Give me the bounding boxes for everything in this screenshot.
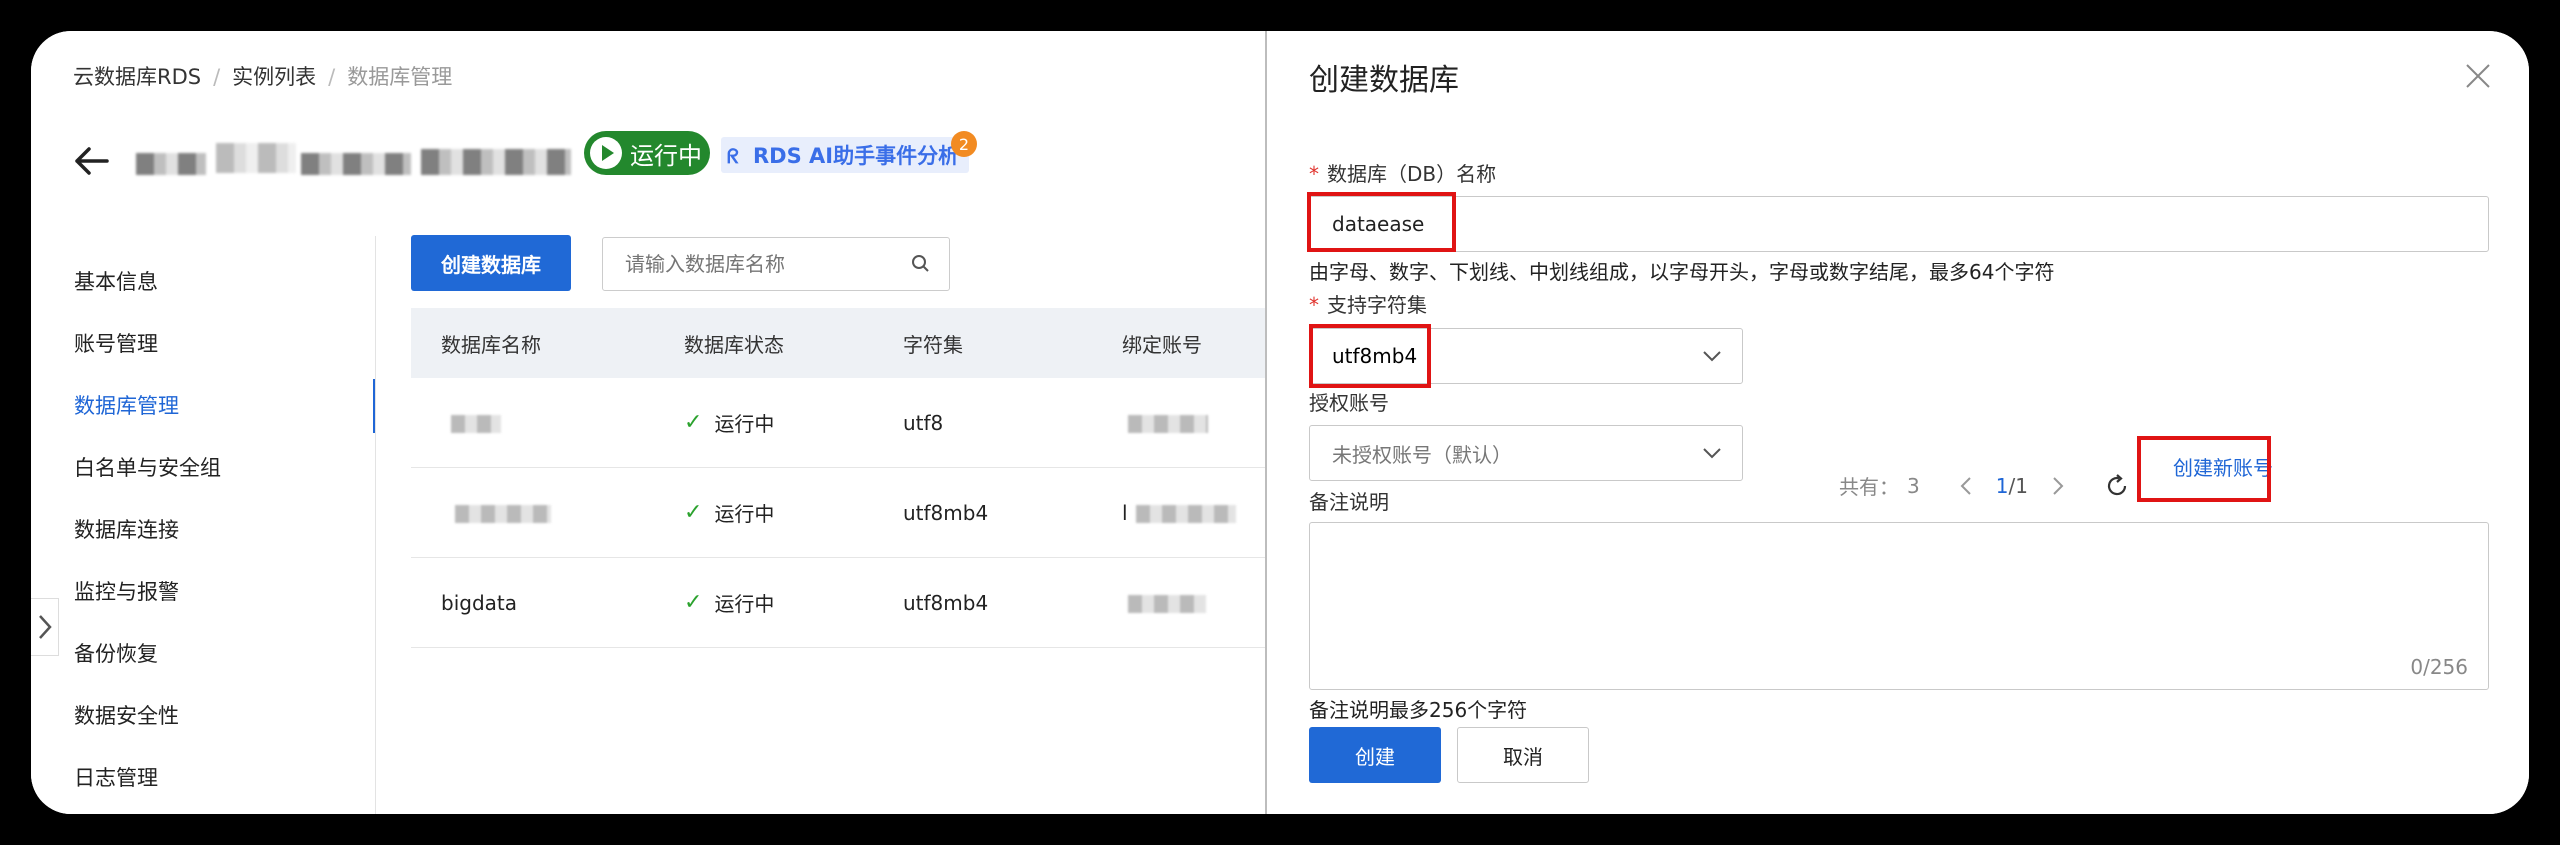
db-status: ✓ 运行中 bbox=[684, 498, 903, 527]
table-row[interactable]: ✓ 运行中 utf8mb4 l bbox=[411, 468, 1265, 558]
ai-assistant-link[interactable]: ᖇ RDS AI助手事件分析 bbox=[721, 137, 970, 173]
create-button[interactable]: 创建 bbox=[1309, 727, 1441, 783]
db-name: bigdata bbox=[441, 590, 517, 615]
check-icon: ✓ bbox=[684, 500, 703, 525]
rds-ai-logo-icon: ᖇ bbox=[727, 144, 739, 168]
db-account-prefix: l bbox=[1122, 500, 1128, 525]
sidebar-item-basic-info[interactable]: 基本信息 bbox=[31, 251, 376, 313]
db-name-label: * 数据库（DB）名称 bbox=[1309, 162, 1497, 186]
db-account-redacted bbox=[1122, 411, 1265, 435]
sidebar-nav: 基本信息 账号管理 数据库管理 白名单与安全组 数据库连接 监控与报警 备份恢复… bbox=[31, 251, 376, 809]
column-header-name: 数据库名称 bbox=[441, 332, 541, 357]
instance-status-badge: 运行中 bbox=[584, 131, 710, 175]
breadcrumb-separator: / bbox=[328, 65, 336, 89]
db-charset: utf8 bbox=[903, 410, 944, 435]
sidebar-item-logs[interactable]: 日志管理 bbox=[31, 747, 376, 809]
pager-total: 3 bbox=[1907, 473, 1920, 498]
db-status: ✓ 运行中 bbox=[684, 408, 903, 437]
sidebar-toggle-button[interactable] bbox=[31, 598, 59, 656]
annotation-highlight bbox=[1307, 192, 1456, 252]
table-header: 数据库名称 数据库状态 字符集 绑定账号 bbox=[411, 308, 1265, 378]
db-charset: utf8mb4 bbox=[903, 500, 989, 525]
refresh-icon[interactable] bbox=[2104, 473, 2130, 499]
app-window: 云数据库RDS / 实例列表 / 数据库管理 运行中 ᖇ RDS AI助手事件分析 2 … bbox=[31, 31, 2529, 814]
breadcrumb-current: 数据库管理 bbox=[347, 65, 453, 89]
sidebar-item-backup[interactable]: 备份恢复 bbox=[31, 623, 376, 685]
sidebar-item-monitoring[interactable]: 监控与报警 bbox=[31, 561, 376, 623]
check-icon: ✓ bbox=[684, 410, 703, 435]
table-row[interactable]: ✓ 运行中 utf8 bbox=[411, 378, 1265, 468]
required-mark: * bbox=[1309, 162, 1319, 186]
check-icon: ✓ bbox=[684, 590, 703, 615]
database-table: 数据库名称 数据库状态 字符集 绑定账号 ✓ 运行中 utf8 ✓ 运行中 utf8… bbox=[411, 308, 1265, 648]
db-status-text: 运行中 bbox=[714, 592, 775, 616]
pager-current-page: 1 bbox=[1995, 473, 2009, 498]
database-search[interactable] bbox=[602, 237, 950, 291]
sidebar-item-accounts[interactable]: 账号管理 bbox=[31, 313, 376, 375]
sidebar-item-databases[interactable]: 数据库管理 bbox=[31, 375, 376, 437]
breadcrumb-instance-list[interactable]: 实例列表 bbox=[232, 65, 316, 89]
back-arrow-icon[interactable] bbox=[71, 141, 111, 181]
charset-label: * 支持字符集 bbox=[1309, 293, 1427, 317]
db-status-text: 运行中 bbox=[714, 502, 775, 526]
sidebar-item-whitelist[interactable]: 白名单与安全组 bbox=[31, 437, 376, 499]
db-account-redacted: l bbox=[1122, 501, 1265, 525]
search-icon[interactable] bbox=[911, 254, 931, 274]
auth-account-value: 未授权账号（默认） bbox=[1332, 442, 1512, 467]
create-database-drawer: 创建数据库 * 数据库（DB）名称 dataease 由字母、数字、下划线、中划线… bbox=[1265, 31, 2529, 814]
instance-status-text: 运行中 bbox=[630, 141, 702, 170]
database-search-input[interactable] bbox=[625, 252, 905, 276]
play-icon bbox=[590, 137, 622, 169]
required-mark: * bbox=[1309, 293, 1319, 317]
db-account-redacted bbox=[1122, 591, 1265, 615]
db-name-redacted bbox=[411, 411, 684, 435]
auth-account-label: 授权账号 bbox=[1309, 391, 1389, 415]
breadcrumb-separator: / bbox=[213, 65, 221, 89]
db-name-input[interactable]: dataease bbox=[1309, 196, 2489, 252]
cancel-button[interactable]: 取消 bbox=[1457, 727, 1589, 783]
chevron-down-icon bbox=[1703, 448, 1721, 459]
db-status-text: 运行中 bbox=[714, 412, 775, 436]
sidebar-divider bbox=[375, 236, 376, 814]
remark-char-count: 0/256 bbox=[2410, 655, 2468, 679]
column-header-status: 数据库状态 bbox=[684, 332, 784, 357]
breadcrumb-rds[interactable]: 云数据库RDS bbox=[73, 65, 201, 89]
close-icon[interactable] bbox=[2465, 63, 2491, 89]
ai-event-count-badge: 2 bbox=[951, 131, 977, 157]
db-charset: utf8mb4 bbox=[903, 590, 989, 615]
column-header-account: 绑定账号 bbox=[1122, 332, 1202, 357]
auth-account-select[interactable]: 未授权账号（默认） bbox=[1309, 425, 1743, 481]
ai-assistant-label: RDS AI助手事件分析 bbox=[753, 144, 960, 168]
table-row[interactable]: bigdata ✓ 运行中 utf8mb4 bbox=[411, 558, 1265, 648]
sidebar-item-security[interactable]: 数据安全性 bbox=[31, 685, 376, 747]
remark-textarea[interactable]: 0/256 bbox=[1309, 522, 2489, 690]
pager-total-label: 共有： bbox=[1839, 475, 1899, 499]
account-pager: 共有： 3 1/1 bbox=[1839, 471, 2130, 500]
chevron-right-icon[interactable] bbox=[2052, 476, 2064, 496]
remark-label: 备注说明 bbox=[1309, 490, 1389, 514]
database-management-page: 云数据库RDS / 实例列表 / 数据库管理 运行中 ᖇ RDS AI助手事件分析 2 … bbox=[31, 31, 1265, 814]
annotation-highlight bbox=[1309, 324, 1431, 388]
drawer-title: 创建数据库 bbox=[1309, 63, 1459, 98]
chevron-down-icon bbox=[1703, 351, 1721, 362]
db-status: ✓ 运行中 bbox=[684, 588, 903, 617]
chevron-left-icon[interactable] bbox=[1960, 476, 1972, 496]
pager-total-pages: /1 bbox=[2008, 473, 2028, 498]
db-name-hint: 由字母、数字、下划线、中划线组成，以字母开头，字母或数字结尾，最多64个字符 bbox=[1309, 260, 2055, 284]
column-header-charset: 字符集 bbox=[903, 332, 963, 357]
breadcrumb: 云数据库RDS / 实例列表 / 数据库管理 bbox=[73, 61, 452, 91]
remark-hint: 备注说明最多256个字符 bbox=[1309, 698, 1528, 722]
annotation-highlight bbox=[2137, 436, 2271, 502]
sidebar-item-connections[interactable]: 数据库连接 bbox=[31, 499, 376, 561]
db-name-redacted bbox=[411, 501, 684, 525]
chevron-right-icon bbox=[38, 615, 52, 639]
create-database-button[interactable]: 创建数据库 bbox=[411, 235, 571, 291]
